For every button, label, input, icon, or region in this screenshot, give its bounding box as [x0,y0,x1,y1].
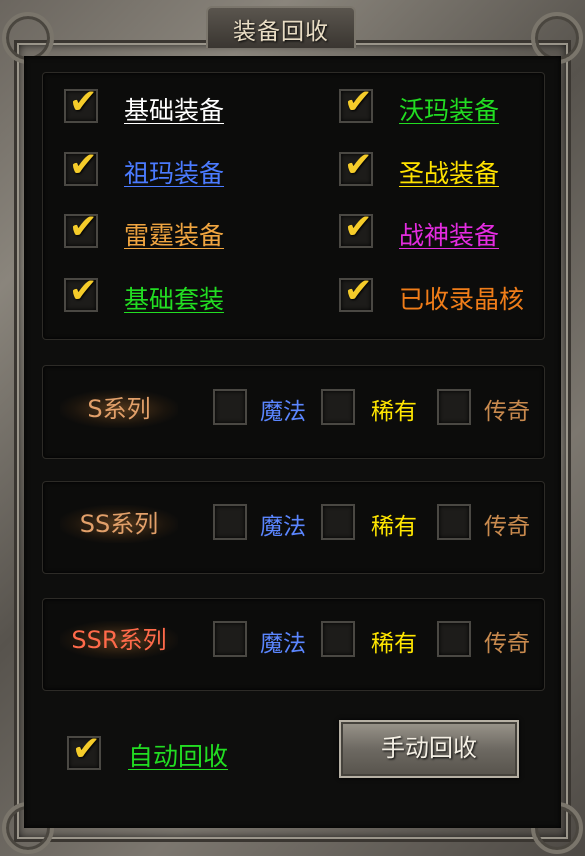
checkbox-s-legendary[interactable] [437,389,471,425]
series-ssr-label: SSR系列 [60,621,178,659]
series-ss-label: SS系列 [60,505,178,543]
label-woma-equipment[interactable]: 沃玛装备 [399,91,499,127]
series-s-label: S系列 [60,390,178,428]
checkbox-zuma-equipment[interactable]: ✔ [64,148,98,186]
checkmark-icon: ✔ [344,271,373,311]
checkbox-thunder-equipment[interactable]: ✔ [64,210,98,248]
checkbox-ssr-legendary[interactable] [437,621,471,657]
checkbox-basic-set[interactable]: ✔ [64,274,98,312]
label-ssr-magic: 魔法 [260,631,306,657]
checkmark-icon: ✔ [344,145,373,185]
label-basic-set[interactable]: 基础套装 [124,280,224,316]
label-zuma-equipment[interactable]: 祖玛装备 [124,154,224,190]
label-auto-recycle[interactable]: 自动回收 [128,737,228,773]
checkmark-icon: ✔ [69,82,98,122]
checkbox-ssr-magic[interactable] [213,621,247,657]
checkbox-ssr-rare[interactable] [321,621,355,657]
label-ssr-rare: 稀有 [371,631,417,657]
label-recorded-cores[interactable]: 已收录晶核 [399,280,524,316]
checkbox-ss-rare[interactable] [321,504,355,540]
label-ssr-legendary: 传奇 [484,631,530,657]
checkbox-s-magic[interactable] [213,389,247,425]
label-ss-magic: 魔法 [260,514,306,540]
checkbox-ss-legendary[interactable] [437,504,471,540]
label-ss-legendary: 传奇 [484,514,530,540]
checkmark-icon: ✔ [69,271,98,311]
checkbox-ss-magic[interactable] [213,504,247,540]
checkmark-icon: ✔ [344,82,373,122]
checkbox-auto-recycle[interactable]: ✔ [67,732,101,770]
label-ss-rare: 稀有 [371,514,417,540]
checkmark-icon: ✔ [344,207,373,247]
label-holywar-equipment[interactable]: 圣战装备 [399,154,499,190]
checkmark-icon: ✔ [69,207,98,247]
checkbox-holywar-equipment[interactable]: ✔ [339,148,373,186]
checkbox-woma-equipment[interactable]: ✔ [339,85,373,123]
label-wargod-equipment[interactable]: 战神装备 [399,216,499,252]
label-s-legendary: 传奇 [484,399,530,425]
checkbox-recorded-cores[interactable]: ✔ [339,274,373,312]
label-s-magic: 魔法 [260,399,306,425]
checkmark-icon: ✔ [69,145,98,185]
checkbox-s-rare[interactable] [321,389,355,425]
checkbox-basic-equipment[interactable]: ✔ [64,85,98,123]
label-s-rare: 稀有 [371,399,417,425]
label-thunder-equipment[interactable]: 雷霆装备 [124,216,224,252]
manual-recycle-button[interactable]: 手动回收 [339,720,519,778]
label-basic-equipment[interactable]: 基础装备 [124,91,224,127]
checkmark-icon: ✔ [72,729,101,769]
checkbox-wargod-equipment[interactable]: ✔ [339,210,373,248]
window-title: 装备回收 [233,19,329,45]
